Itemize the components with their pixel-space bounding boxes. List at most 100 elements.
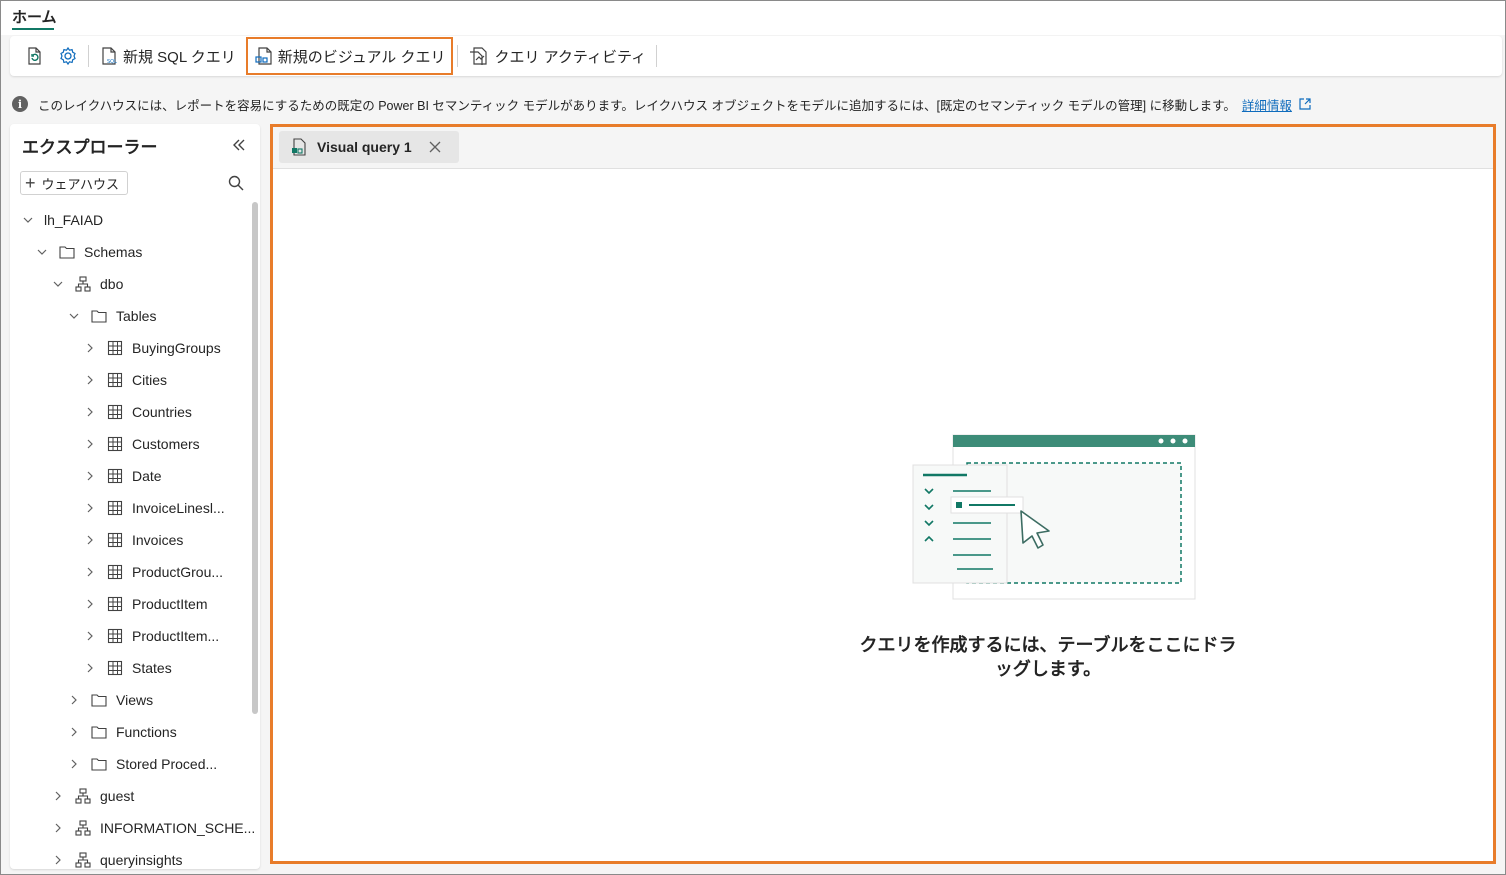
empty-state-line-2: ッグします。 [994,659,1102,679]
chevron-down-icon[interactable] [68,310,80,322]
tree-item[interactable]: Invoices [84,529,183,551]
tree-item-label: queryinsights [100,852,183,868]
tree-item[interactable]: dbo [52,273,123,295]
ribbon-tab-bar [1,1,1505,35]
add-warehouse-button[interactable]: + ウェアハウス [20,171,128,195]
toolbar-separator [656,45,658,67]
tree-item[interactable]: Cities [84,369,167,391]
tree-item[interactable]: ProductGrou... [84,561,223,583]
settings-gear-icon[interactable] [58,46,78,66]
tree-item-label: INFORMATION_SCHE... [100,820,256,836]
tab-visual-query-1[interactable]: Visual query 1 [279,131,459,163]
folder-icon [90,723,108,741]
query-activity-button[interactable]: クエリ アクティビティ [462,40,652,72]
chevron-right-icon[interactable] [84,630,96,642]
chevron-right-icon[interactable] [84,534,96,546]
table-icon [106,499,124,517]
tree-item-label: ProductItem... [132,628,220,644]
chevron-right-icon[interactable] [84,406,96,418]
tree-item[interactable]: Countries [84,401,192,423]
tree-item-label: Functions [116,724,177,740]
tree-item[interactable]: lh_FAIAD [22,209,103,231]
folder-icon [58,243,76,261]
tab-title: Visual query 1 [317,139,412,155]
visual-query-icon [255,47,272,65]
tree-item-label: Countries [132,404,192,420]
explorer-title: エクスプローラー [22,138,158,157]
chevron-right-icon[interactable] [84,438,96,450]
chevron-down-icon[interactable] [52,278,64,290]
tree-item-label: ProductGrou... [132,564,224,580]
tree-item[interactable]: Schemas [36,241,142,263]
tree-item-label: Views [116,692,154,708]
schema-icon [74,787,92,805]
tree-item-label: lh_FAIAD [44,212,104,228]
svg-text:SQL: SQL [107,59,117,65]
tree-item-label: Schemas [84,244,143,260]
visual-query-icon [292,138,306,156]
query-activity-icon [470,47,488,65]
empty-state-message: クエリを作成するには、テーブルをここにドラ ッグします。 [833,633,1263,681]
external-link-icon[interactable] [1298,97,1312,111]
chevron-right-icon[interactable] [84,470,96,482]
tree-item[interactable]: Tables [68,305,156,327]
tree-item[interactable]: INFORMATION_SCHE... [52,817,255,839]
new-sql-query-label: 新規 SQL クエリ [123,48,236,66]
new-sql-query-button[interactable]: SQL 新規 SQL クエリ [93,40,242,72]
tab-home[interactable]: ホーム [12,6,57,27]
tree-item-label: ProductItem [132,596,208,612]
chevron-right-icon[interactable] [84,598,96,610]
tree-item-label: Date [132,468,162,484]
toolbar: SQL 新規 SQL クエリ 新規のビジュアル クエリ クエリ アクティビティ [10,36,1502,76]
table-icon [106,595,124,613]
tree-item[interactable]: Stored Proced... [68,753,217,775]
table-icon [106,563,124,581]
learn-more-link[interactable]: 詳細情報 [1242,95,1292,114]
close-icon[interactable] [427,139,443,155]
schema-icon [74,819,92,837]
tree-item-label: guest [100,788,135,804]
schema-icon [74,851,92,869]
chevron-right-icon[interactable] [84,374,96,386]
add-warehouse-label: ウェアハウス [41,176,119,192]
chevron-down-icon[interactable] [36,246,48,258]
tree-item[interactable]: ProductItem... [84,625,219,647]
tree-item[interactable]: guest [52,785,134,807]
query-activity-label: クエリ アクティビティ [494,48,647,66]
tree-item[interactable]: Functions [68,721,177,743]
table-icon [106,435,124,453]
chevron-down-icon[interactable] [22,214,34,226]
collapse-pane-icon[interactable] [230,136,248,154]
chevron-right-icon[interactable] [84,662,96,674]
chevron-right-icon[interactable] [84,342,96,354]
tree-item[interactable]: queryinsights [52,849,183,869]
explorer-scrollbar[interactable] [252,202,258,714]
tree-item[interactable]: Customers [84,433,200,455]
new-visual-query-button[interactable]: 新規のビジュアル クエリ [245,37,454,75]
tree-item-label: Cities [132,372,168,388]
table-icon [106,659,124,677]
tree-item[interactable]: ProductItem [84,593,207,615]
toolbar-separator [457,45,459,67]
chevron-right-icon[interactable] [68,694,80,706]
chevron-right-icon[interactable] [68,758,80,770]
chevron-right-icon[interactable] [68,726,80,738]
tree-item[interactable]: InvoiceLinesl... [84,497,225,519]
visual-query-editor: Visual query 1 クエリを作成するには、テーブルをここにドラ ッグし… [270,124,1496,864]
info-message: このレイクハウスには、レポートを容易にするための既定の Power BI セマン… [38,98,1236,113]
tree-item[interactable]: Date [84,465,162,487]
search-icon[interactable] [227,174,245,192]
chevron-right-icon[interactable] [84,566,96,578]
tree-item[interactable]: BuyingGroups [84,337,221,359]
tree-item[interactable]: Views [68,689,153,711]
chevron-right-icon[interactable] [84,502,96,514]
chevron-right-icon[interactable] [52,822,64,834]
table-icon [106,467,124,485]
editor-tab-strip: Visual query 1 [273,127,1493,169]
empty-state-line-1: クエリを作成するには、テーブルをここにドラ [859,635,1237,655]
refresh-icon[interactable] [24,46,44,66]
chevron-right-icon[interactable] [52,790,64,802]
chevron-right-icon[interactable] [52,854,64,866]
tree-item[interactable]: States [84,657,172,679]
new-visual-query-label: 新規のビジュアル クエリ [277,48,446,66]
